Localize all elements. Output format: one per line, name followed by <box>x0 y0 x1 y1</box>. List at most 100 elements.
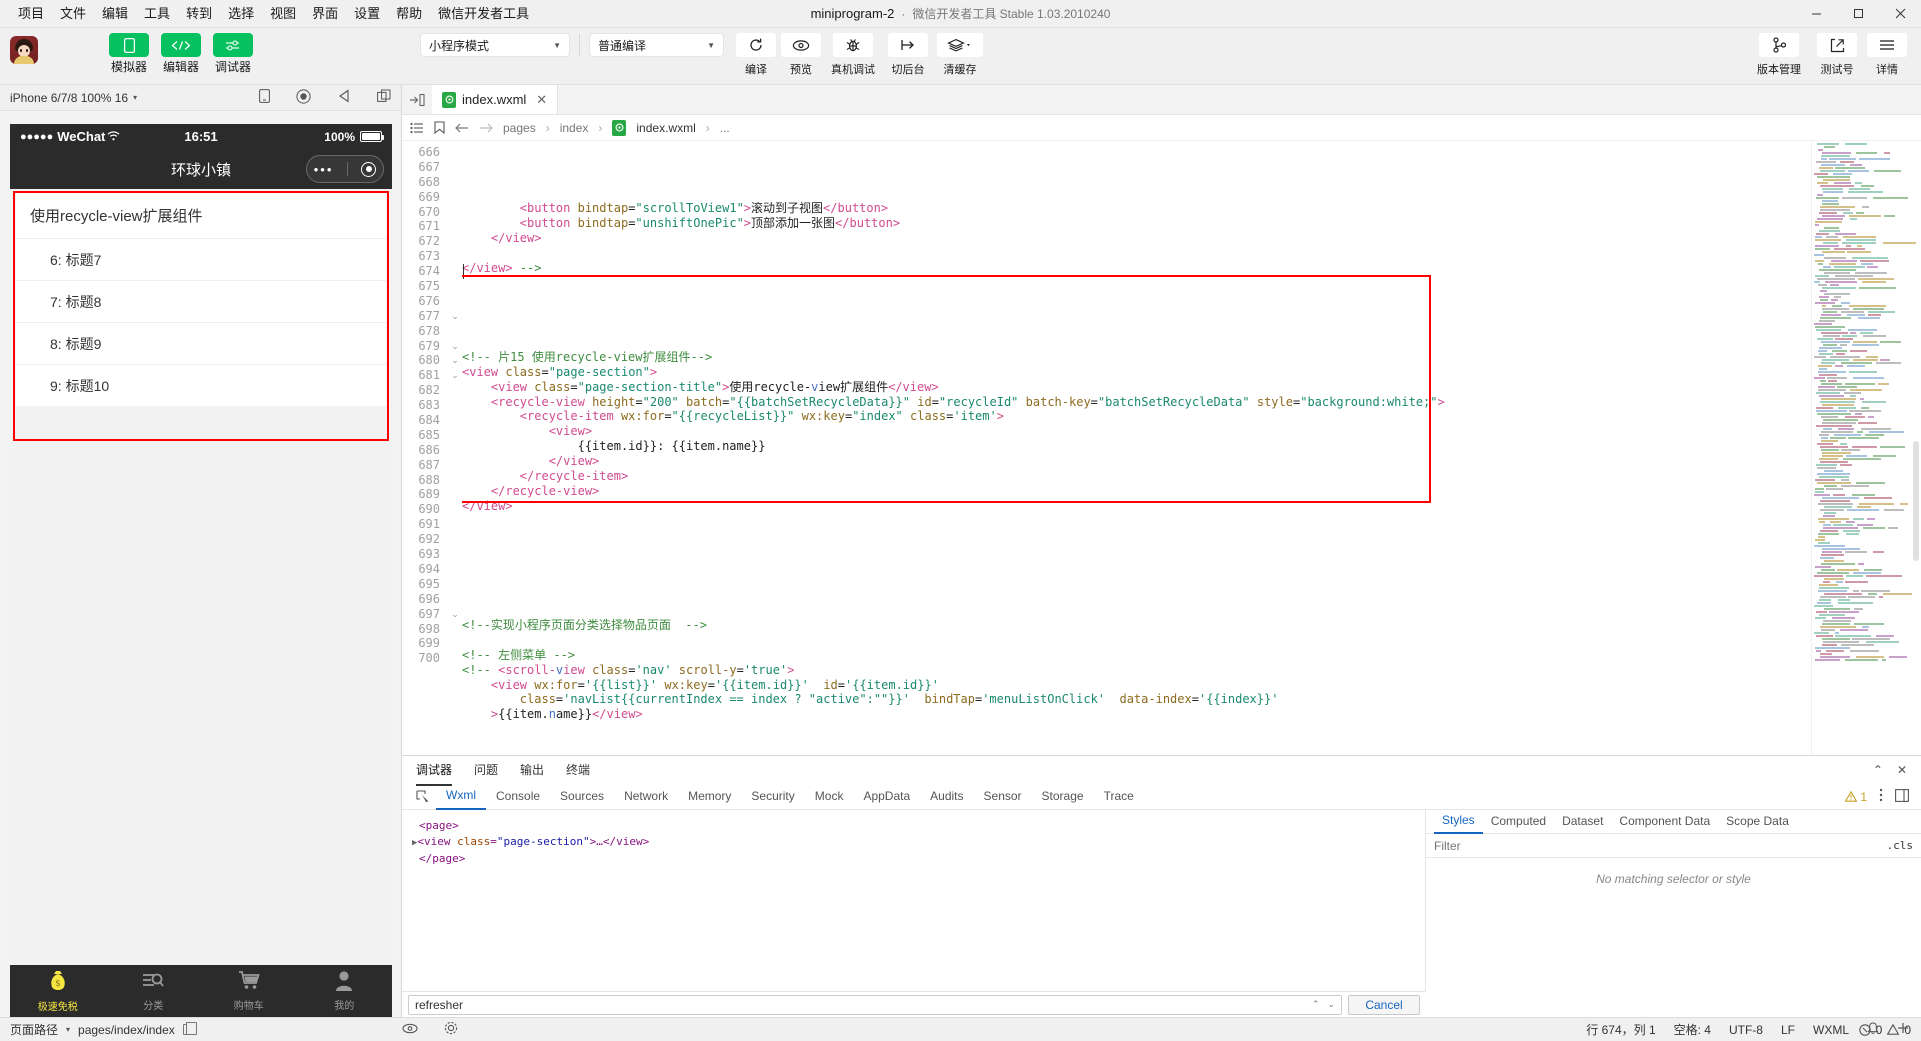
details-button[interactable]: 详情 <box>1867 33 1907 77</box>
avatar[interactable] <box>10 36 38 64</box>
eol-setting[interactable]: LF <box>1781 1023 1795 1037</box>
wxml-dom-tree[interactable]: <page> ▶<view class="page-section">…</vie… <box>402 810 1426 991</box>
code-content[interactable]: <button bindtap="scrollToView1">滚动到子视图</… <box>462 141 1811 755</box>
fold-toggle-icon[interactable]: ⌄ <box>448 353 462 368</box>
recycle-view[interactable]: 6: 标题7 7: 标题8 8: 标题9 9: 标题10 <box>16 238 386 406</box>
tab-output[interactable]: 输出 <box>520 761 544 780</box>
rotate-icon[interactable] <box>337 89 351 106</box>
fold-toggle-icon[interactable]: ⌄ <box>448 607 462 622</box>
breadcrumb-item-pages[interactable]: pages <box>503 121 536 135</box>
menu-item-interface[interactable]: 界面 <box>304 2 346 25</box>
menu-item-project[interactable]: 项目 <box>10 2 52 25</box>
devtools-tab-console[interactable]: Console <box>486 784 550 809</box>
compile-select[interactable]: 普通编译 ▼ <box>589 33 724 57</box>
minimap-slider[interactable] <box>1913 441 1919 561</box>
close-icon[interactable]: ✕ <box>536 92 547 108</box>
tab-duty-free[interactable]: $ 极速免税 <box>10 969 106 1013</box>
code-line[interactable]: class='navList{{currentIndex == index ? … <box>462 692 1811 707</box>
device-selector-label[interactable]: iPhone 6/7/8 100% 16 <box>10 91 128 105</box>
more-icon[interactable]: ••• <box>314 162 334 177</box>
minimap[interactable] <box>1811 141 1921 755</box>
gear-icon[interactable] <box>444 1021 458 1038</box>
code-line[interactable]: <view wx:for='{{list}}' wx:key='{{item.i… <box>462 678 1811 693</box>
code-line[interactable]: >{{item.name}}</view> <box>462 707 1811 722</box>
forward-icon[interactable] <box>479 122 493 134</box>
dom-tree-node[interactable]: <page> <box>412 818 1415 834</box>
code-line[interactable] <box>462 514 1811 529</box>
code-line[interactable] <box>462 633 1811 648</box>
fold-toggle-icon[interactable]: ⌄ <box>448 368 462 383</box>
dom-tree-node[interactable]: ▶<view class="page-section">…</view> <box>412 834 1415 851</box>
styles-tab-scope-data[interactable]: Scope Data <box>1718 810 1797 833</box>
chevron-down-icon[interactable]: ▾ <box>66 1025 70 1034</box>
back-icon[interactable] <box>455 122 469 134</box>
menu-item-select[interactable]: 选择 <box>220 2 262 25</box>
clear-cache-button[interactable]: 清缓存 <box>934 33 986 77</box>
code-line[interactable]: </view> <box>462 231 1811 246</box>
copy-icon[interactable] <box>377 89 391 106</box>
background-button[interactable]: 切后台 <box>883 33 933 77</box>
search-input-wrapper[interactable]: refresher ⌃ ⌄ <box>408 994 1342 1015</box>
code-line[interactable]: <view class="page-section-title">使用recyc… <box>462 380 1811 395</box>
toggle-simulator[interactable]: 模拟器 <box>108 33 150 74</box>
search-input-value[interactable]: refresher <box>415 998 463 1012</box>
tab-cart[interactable]: 购物车 <box>201 970 297 1012</box>
fold-toggle-icon[interactable]: ⌄ <box>448 309 462 324</box>
real-device-debug-button[interactable]: 真机调试 <box>824 33 882 77</box>
code-line[interactable] <box>462 529 1811 544</box>
code-line[interactable]: <button bindtap="unshiftOnePic">顶部添加一张图<… <box>462 216 1811 231</box>
menu-item-view[interactable]: 视图 <box>262 2 304 25</box>
cursor-position[interactable]: 行 674，列 1 <box>1586 1021 1655 1038</box>
page-path-value[interactable]: pages/index/index <box>78 1023 175 1037</box>
devtools-tab-trace[interactable]: Trace <box>1094 784 1144 809</box>
menu-item-devtools[interactable]: 微信开发者工具 <box>430 2 537 25</box>
menu-item-goto[interactable]: 转到 <box>178 2 220 25</box>
devtools-tab-network[interactable]: Network <box>614 784 678 809</box>
list-item[interactable]: 6: 标题7 <box>16 238 386 280</box>
toggle-editor[interactable]: 编辑器 <box>160 33 202 74</box>
code-line[interactable] <box>462 603 1811 618</box>
tab-problems[interactable]: 问题 <box>474 761 498 780</box>
breadcrumb-item-more[interactable]: ... <box>720 121 730 135</box>
page-path-label[interactable]: 页面路径 <box>10 1021 58 1038</box>
version-control-button[interactable]: 版本管理 <box>1751 33 1807 77</box>
devtools-tab-mock[interactable]: Mock <box>805 784 854 809</box>
wechat-capsule[interactable]: ••• <box>306 155 384 183</box>
close-icon[interactable]: ✕ <box>1897 763 1907 777</box>
tab-debugger[interactable]: 调试器 <box>416 761 453 786</box>
devtools-tab-security[interactable]: Security <box>741 784 804 809</box>
inspect-element-icon[interactable] <box>410 789 436 804</box>
mode-select[interactable]: 小程序模式 ▼ <box>420 33 570 57</box>
fold-toggle-icon[interactable]: ⌄ <box>448 339 462 354</box>
search-prev-icon[interactable]: ⌃ <box>1312 999 1320 1010</box>
devtools-tab-memory[interactable]: Memory <box>678 784 741 809</box>
plus-icon[interactable] <box>1897 1022 1909 1037</box>
toggle-debugger[interactable]: 调试器 <box>212 33 254 74</box>
code-line[interactable]: <!--实现小程序页面分类选择物品页面 --> <box>462 618 1811 633</box>
list-item[interactable]: 7: 标题8 <box>16 280 386 322</box>
code-line[interactable]: {{item.id}}: {{item.name}} <box>462 439 1811 454</box>
search-cancel-button[interactable]: Cancel <box>1348 994 1420 1015</box>
devtools-more-icon[interactable] <box>1879 788 1883 805</box>
styles-tab-computed[interactable]: Computed <box>1483 810 1554 833</box>
menu-item-help[interactable]: 帮助 <box>388 2 430 25</box>
code-line[interactable] <box>462 320 1811 335</box>
breadcrumb-item-file[interactable]: index.wxml <box>636 121 695 135</box>
warning-badge[interactable]: 1 <box>1845 790 1867 804</box>
tab-mine[interactable]: 我的 <box>297 970 393 1012</box>
dock-side-icon[interactable] <box>1895 788 1909 805</box>
code-line[interactable]: </view> <box>462 499 1811 514</box>
code-line[interactable] <box>462 543 1811 558</box>
code-line[interactable] <box>462 275 1811 290</box>
code-line[interactable] <box>462 246 1811 261</box>
chevron-down-icon[interactable]: ▾ <box>133 93 137 102</box>
target-icon[interactable] <box>361 161 377 177</box>
code-line[interactable]: <recycle-item wx:for="{{recycleList}}" w… <box>462 409 1811 424</box>
code-line[interactable]: <!-- <scroll-view class='nav' scroll-y='… <box>462 663 1811 678</box>
styles-filter-input[interactable] <box>1434 838 1887 853</box>
devtools-tab-sources[interactable]: Sources <box>550 784 614 809</box>
bookmark-icon[interactable] <box>434 121 445 134</box>
preview-button[interactable]: 预览 <box>779 33 823 77</box>
tab-category[interactable]: 分类 <box>106 970 202 1012</box>
menu-item-settings[interactable]: 设置 <box>346 2 388 25</box>
